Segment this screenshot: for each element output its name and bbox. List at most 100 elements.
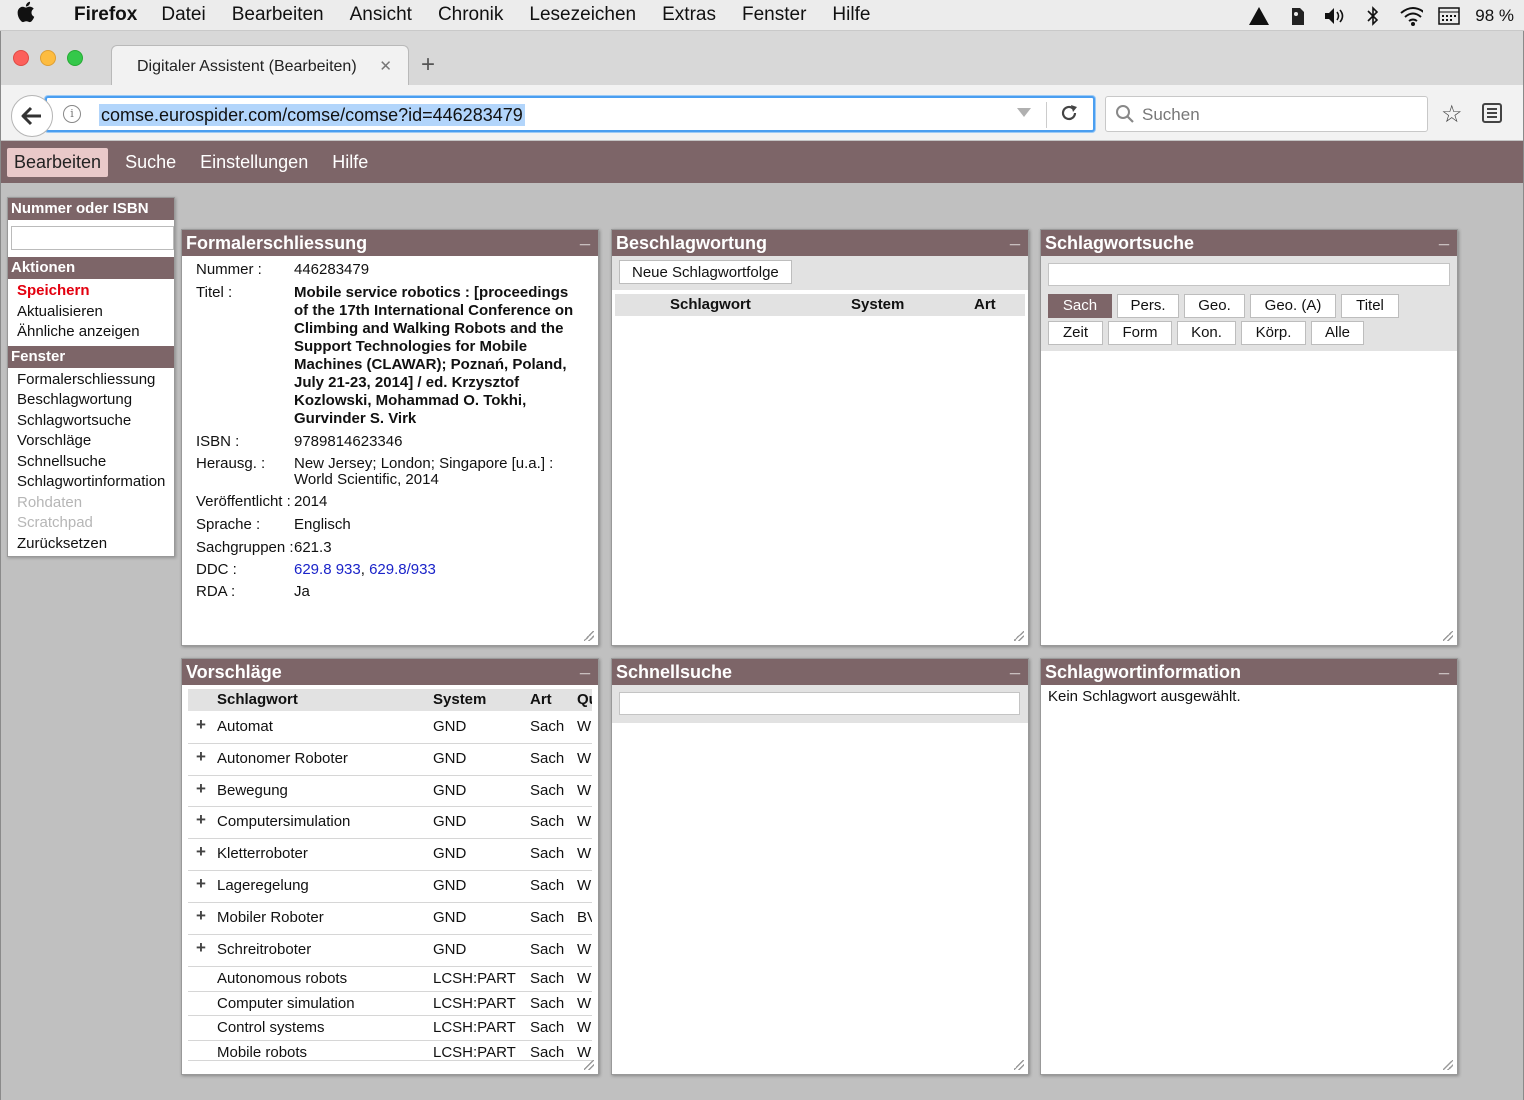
- app-menu-hilfe[interactable]: Hilfe: [325, 148, 375, 177]
- resize-handle[interactable]: [1443, 1060, 1453, 1070]
- app-menu-bearbeiten[interactable]: Bearbeiten: [7, 147, 109, 177]
- apple-icon[interactable]: [0, 1, 54, 29]
- tab-sach[interactable]: Sach: [1048, 294, 1112, 318]
- suggestion-row[interactable]: + Kletterroboter GND Sach W: [188, 839, 592, 871]
- minimize-icon[interactable]: _: [1010, 659, 1020, 680]
- add-keyword-icon[interactable]: +: [196, 938, 212, 958]
- window-schlagwortinformation[interactable]: Schlagwortinformation: [8, 472, 174, 493]
- search-icon: [1115, 104, 1135, 128]
- resize-handle[interactable]: [584, 631, 594, 641]
- tab-zeit[interactable]: Zeit: [1048, 321, 1103, 345]
- minimize-window-button[interactable]: [40, 50, 56, 66]
- menu-bearbeiten[interactable]: Bearbeiten: [232, 4, 324, 26]
- keyword-search-input[interactable]: [1048, 263, 1450, 286]
- add-keyword-icon[interactable]: +: [196, 779, 212, 799]
- suggestion-row[interactable]: + Bewegung GND Sach W: [188, 776, 592, 807]
- suggestion-row[interactable]: Autonomous robots LCSH:PART Sach W: [188, 967, 592, 992]
- resize-handle[interactable]: [1014, 1060, 1024, 1070]
- suggestion-row[interactable]: + Mobiler Roboter GND Sach BV: [188, 903, 592, 935]
- add-keyword-icon[interactable]: +: [196, 906, 212, 926]
- app-name[interactable]: Firefox: [74, 4, 137, 26]
- keyword-cell: Automat: [217, 718, 273, 735]
- similar-action[interactable]: Ähnliche anzeigen: [8, 322, 174, 343]
- window-schnellsuche[interactable]: Schnellsuche: [8, 452, 174, 473]
- site-info-icon[interactable]: i: [63, 105, 81, 123]
- window-vorschlaege[interactable]: Vorschläge: [8, 431, 174, 452]
- add-keyword-icon[interactable]: +: [196, 715, 212, 735]
- zoom-window-button[interactable]: [67, 50, 83, 66]
- battery-level[interactable]: 98 %: [1475, 6, 1514, 26]
- suggestion-row[interactable]: + Computersimulation GND Sach W: [188, 807, 592, 839]
- add-keyword-icon[interactable]: +: [196, 747, 212, 767]
- browser-tab[interactable]: Digitaler Assistent (Bearbeiten) ✕: [111, 45, 409, 87]
- tab-geo[interactable]: Geo.: [1184, 294, 1245, 318]
- save-action[interactable]: Speichern: [8, 281, 174, 302]
- reload-icon[interactable]: [1059, 103, 1079, 129]
- suggestion-row[interactable]: + Autonomer Roboter GND Sach W: [188, 744, 592, 776]
- tab-kon[interactable]: Kon.: [1177, 321, 1236, 345]
- history-dropdown-icon[interactable]: [1017, 108, 1031, 117]
- resize-handle[interactable]: [1014, 631, 1024, 641]
- tab-pers[interactable]: Pers.: [1117, 294, 1179, 318]
- quick-search-input[interactable]: [619, 692, 1020, 715]
- menu-lesezeichen[interactable]: Lesezeichen: [529, 4, 636, 26]
- menu-extras[interactable]: Extras: [662, 4, 716, 26]
- number-input[interactable]: [11, 226, 174, 250]
- add-keyword-icon[interactable]: +: [196, 874, 212, 894]
- schlagwortinformation-panel: Schlagwortinformation _ Kein Schlagwort …: [1040, 658, 1458, 1075]
- volume-icon[interactable]: [1323, 5, 1347, 27]
- suggestion-row[interactable]: Mobile robots LCSH:PART Sach W: [188, 1041, 592, 1061]
- drive-icon[interactable]: [1247, 5, 1271, 27]
- resize-handle[interactable]: [1443, 631, 1453, 641]
- search-bar[interactable]: Suchen: [1105, 96, 1428, 132]
- minimize-icon[interactable]: _: [1439, 230, 1449, 251]
- resize-handle[interactable]: [584, 1060, 594, 1070]
- tab-form[interactable]: Form: [1108, 321, 1172, 345]
- tab-koerp[interactable]: Körp.: [1241, 321, 1306, 345]
- ddc-link-2[interactable]: 629.8/933: [369, 561, 436, 578]
- menu-chronik[interactable]: Chronik: [438, 4, 503, 26]
- url-bar[interactable]: i comse.eurospider.com/comse/comse?id=44…: [45, 96, 1095, 132]
- col-system[interactable]: System: [851, 296, 904, 313]
- new-keyword-sequence-button[interactable]: Neue Schlagwortfolge: [619, 260, 792, 284]
- bluetooth-icon[interactable]: [1361, 5, 1385, 27]
- window-formalerschliessung[interactable]: Formalerschliessung: [8, 370, 174, 391]
- suggestion-row[interactable]: + Schreitroboter GND Sach W: [188, 935, 592, 967]
- add-keyword-icon[interactable]: +: [196, 842, 212, 862]
- tab-geo-a[interactable]: Geo. (A): [1250, 294, 1336, 318]
- bookmark-star-icon[interactable]: ☆: [1441, 100, 1463, 129]
- suggestion-row[interactable]: + Lageregelung GND Sach W: [188, 871, 592, 903]
- suggestion-row[interactable]: + Automat GND Sach W: [188, 712, 592, 744]
- app-menu-einstellungen[interactable]: Einstellungen: [193, 148, 315, 177]
- tab-titel[interactable]: Titel: [1341, 294, 1399, 318]
- back-button[interactable]: [11, 95, 53, 137]
- url-text[interactable]: comse.eurospider.com/comse/comse?id=4462…: [99, 104, 525, 126]
- add-keyword-icon[interactable]: +: [196, 810, 212, 830]
- evernote-icon[interactable]: [1285, 5, 1309, 27]
- col-art[interactable]: Art: [974, 296, 996, 313]
- minimize-icon[interactable]: _: [1439, 659, 1449, 680]
- app-menu-suche[interactable]: Suche: [118, 148, 183, 177]
- minimize-icon[interactable]: _: [1010, 230, 1020, 251]
- close-window-button[interactable]: [13, 50, 29, 66]
- menu-datei[interactable]: Datei: [161, 4, 205, 26]
- suggestion-row[interactable]: Control systems LCSH:PART Sach W: [188, 1016, 592, 1041]
- window-schlagwortsuche[interactable]: Schlagwortsuche: [8, 411, 174, 432]
- wifi-icon[interactable]: [1399, 5, 1424, 27]
- window-beschlagwortung[interactable]: Beschlagwortung: [8, 390, 174, 411]
- panel-header: Formalerschliessung _: [182, 230, 598, 256]
- reset-action[interactable]: Zurücksetzen: [8, 534, 174, 555]
- close-tab-icon[interactable]: ✕: [379, 57, 392, 75]
- col-schlagwort[interactable]: Schlagwort: [670, 296, 751, 313]
- tab-alle[interactable]: Alle: [1311, 321, 1364, 345]
- menu-fenster[interactable]: Fenster: [742, 4, 806, 26]
- suggestion-row[interactable]: Computer simulation LCSH:PART Sach W: [188, 992, 592, 1016]
- new-tab-icon[interactable]: +: [421, 51, 435, 79]
- calendar-icon[interactable]: [1437, 5, 1461, 27]
- library-icon[interactable]: [1481, 102, 1503, 128]
- menu-ansicht[interactable]: Ansicht: [350, 4, 412, 26]
- ddc-link-1[interactable]: 629.8 933: [294, 561, 361, 578]
- refresh-action[interactable]: Aktualisieren: [8, 302, 174, 323]
- menu-hilfe[interactable]: Hilfe: [832, 4, 870, 26]
- minimize-icon[interactable]: _: [580, 230, 590, 251]
